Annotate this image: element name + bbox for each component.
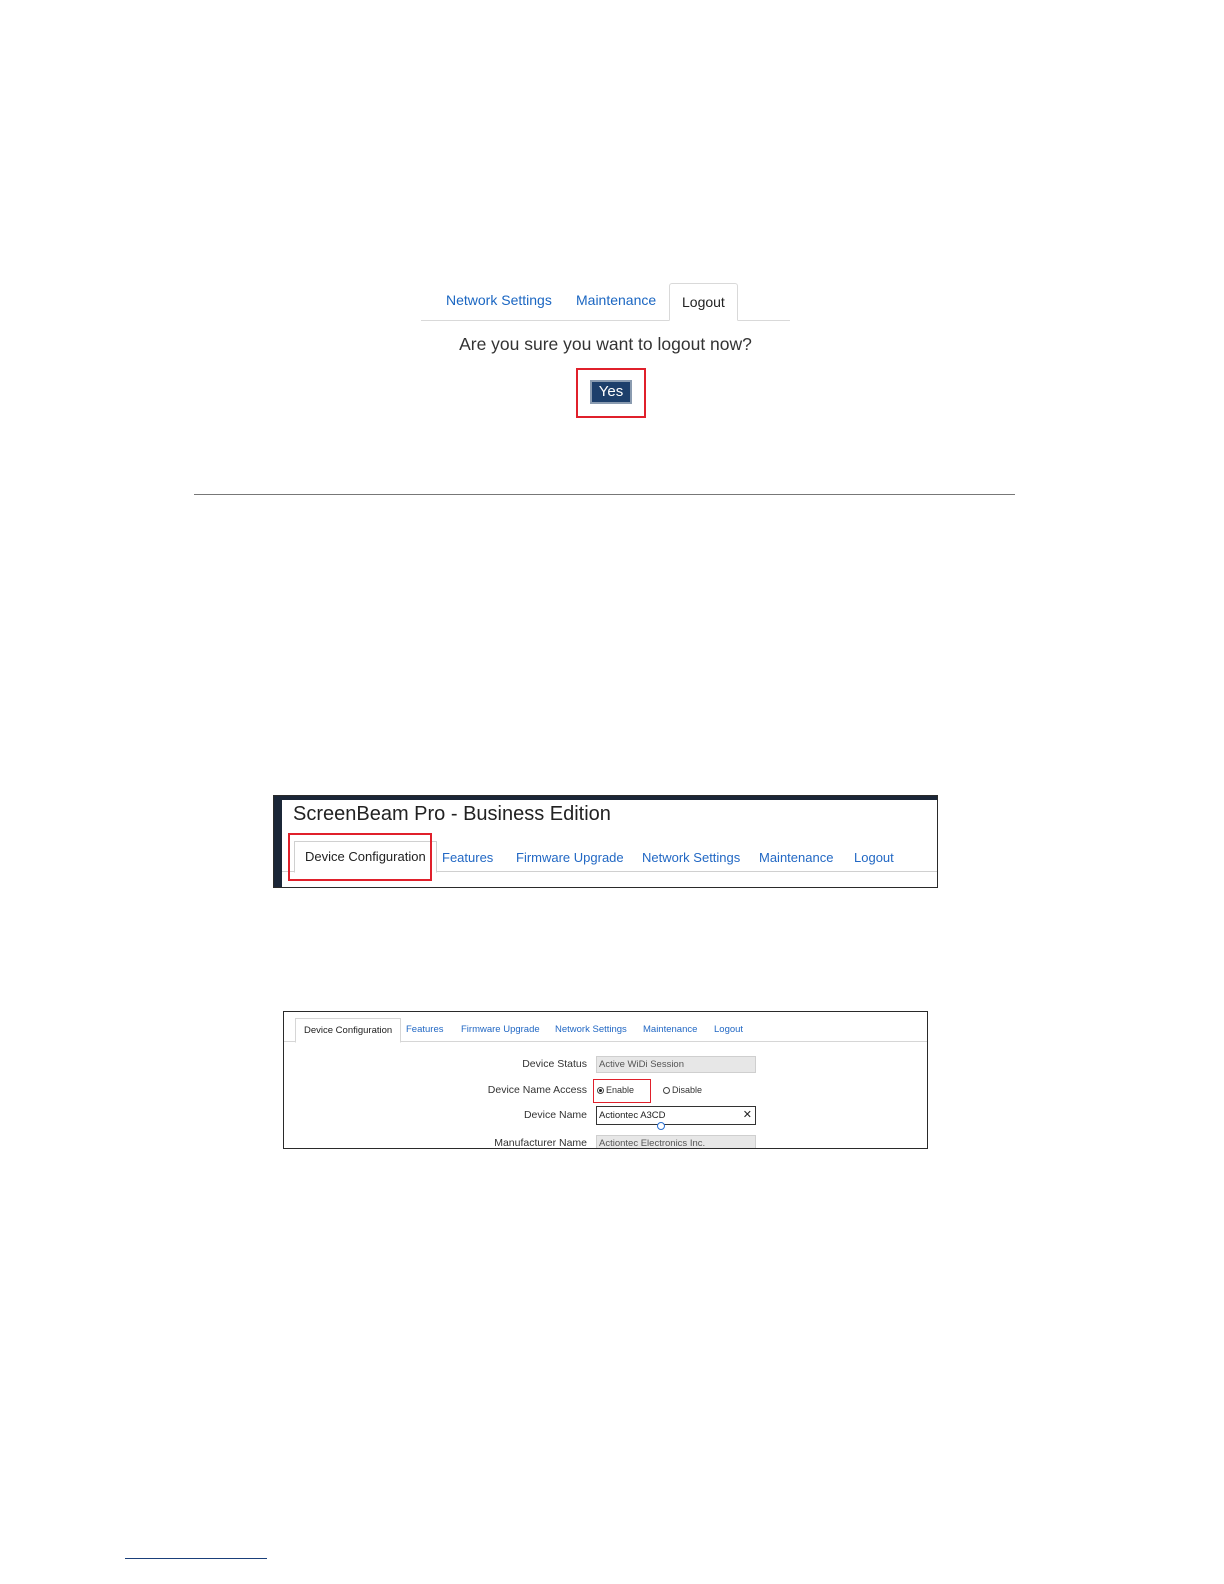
logout-panel: Network Settings Maintenance Logout Are … — [421, 282, 790, 427]
yes-highlight-box: Yes — [576, 368, 646, 418]
logout-question: Are you sure you want to logout now? — [459, 334, 752, 354]
tab-logout[interactable]: Logout — [854, 850, 894, 865]
radio-unselected-icon — [663, 1087, 670, 1094]
tab-features[interactable]: Features — [442, 850, 493, 865]
device-status-label: Device Status — [522, 1058, 587, 1070]
app-title: ScreenBeam Pro - Business Edition — [293, 803, 611, 825]
manufacturer-name-field: Actiontec Electronics Inc. — [596, 1135, 756, 1148]
device-name-input[interactable]: Actiontec A3CD ✕ — [596, 1106, 756, 1125]
tab-network-settings[interactable]: Network Settings — [642, 850, 740, 865]
text-cursor-handle-icon[interactable] — [657, 1122, 665, 1130]
tab-firmware-upgrade[interactable]: Firmware Upgrade — [516, 850, 624, 865]
footnote-rule — [125, 1558, 267, 1559]
tab-network-settings[interactable]: Network Settings — [555, 1024, 627, 1035]
tab-maintenance[interactable]: Maintenance — [643, 1024, 697, 1035]
config-panel: Device Configuration Features Firmware U… — [283, 1011, 928, 1149]
tab-maintenance[interactable]: Maintenance — [576, 292, 656, 308]
device-name-value: Actiontec A3CD — [599, 1110, 666, 1121]
tab-logout[interactable]: Logout — [714, 1024, 743, 1035]
enable-highlight-box — [593, 1079, 651, 1103]
device-name-access-label: Device Name Access — [487, 1084, 587, 1096]
tab-logout[interactable]: Logout — [669, 283, 738, 321]
device-status-field: Active WiDi Session — [596, 1056, 756, 1073]
window-left-bar — [274, 796, 282, 887]
disable-radio[interactable]: Disable — [663, 1085, 702, 1095]
tab-features[interactable]: Features — [406, 1024, 444, 1035]
disable-radio-label: Disable — [672, 1085, 703, 1095]
section-divider — [194, 494, 1015, 495]
tab-maintenance[interactable]: Maintenance — [759, 850, 833, 865]
yes-button[interactable]: Yes — [590, 380, 632, 404]
tab-network-settings[interactable]: Network Settings — [446, 292, 552, 308]
tab-firmware-upgrade[interactable]: Firmware Upgrade — [461, 1024, 540, 1035]
tab-bar: Network Settings Maintenance Logout — [421, 282, 790, 321]
tab-device-configuration[interactable]: Device Configuration — [295, 1018, 402, 1043]
tab-highlight-box — [288, 833, 432, 881]
device-name-label: Device Name — [523, 1109, 587, 1121]
header-panel: ScreenBeam Pro - Business Edition Device… — [273, 795, 938, 888]
manufacturer-name-label: Manufacturer Name — [494, 1137, 587, 1149]
window-top-bar — [274, 796, 937, 800]
close-icon[interactable]: ✕ — [743, 1107, 752, 1124]
